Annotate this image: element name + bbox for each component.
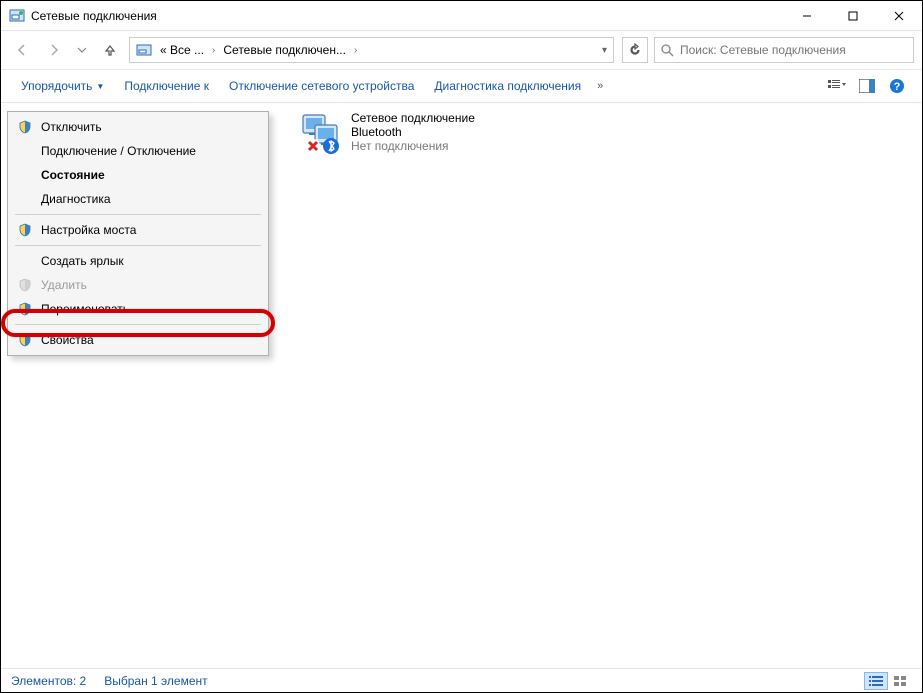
close-button[interactable] <box>876 1 922 31</box>
window-controls <box>784 1 922 30</box>
selection-label: Выбран 1 элемент <box>104 674 207 688</box>
shield-icon <box>17 222 33 238</box>
preview-pane-button[interactable] <box>855 74 879 98</box>
ctx-separator <box>15 214 261 215</box>
chevron-right-icon[interactable]: › <box>350 45 361 56</box>
up-button[interactable] <box>97 37 123 63</box>
search-input[interactable] <box>680 43 907 57</box>
breadcrumb-segment-1[interactable]: « Все ... <box>156 41 208 59</box>
details-view-button[interactable] <box>864 672 888 690</box>
search-box[interactable] <box>654 37 914 63</box>
ctx-disable[interactable]: Отключить <box>11 115 265 139</box>
connection-line2: Bluetooth <box>351 125 475 139</box>
breadcrumb-dropdown[interactable]: ▾ <box>598 45 611 56</box>
organize-menu[interactable]: Упорядочить ▼ <box>11 75 114 97</box>
address-bar[interactable]: « Все ... › Сетевые подключен... › ▾ <box>129 37 614 63</box>
ctx-delete: Удалить <box>11 273 265 297</box>
ctx-diagnose[interactable]: Диагностика <box>11 187 265 211</box>
disable-device-button[interactable]: Отключение сетевого устройства <box>219 75 424 97</box>
ctx-status[interactable]: Состояние <box>11 163 265 187</box>
diagnose-button[interactable]: Диагностика подключения <box>424 75 591 97</box>
ctx-rename[interactable]: Переименовать <box>11 297 265 321</box>
view-options-button[interactable] <box>825 74 849 98</box>
location-icon <box>136 42 152 58</box>
ctx-separator <box>15 324 261 325</box>
recent-locations-button[interactable] <box>73 37 91 63</box>
toolbar: Упорядочить ▼ Подключение к Отключение с… <box>1 69 922 103</box>
connect-to-button[interactable]: Подключение к <box>114 75 219 97</box>
window: Сетевые подключения <box>1 1 922 692</box>
shield-icon <box>17 277 33 293</box>
ctx-separator <box>15 245 261 246</box>
ctx-status-label: Состояние <box>41 168 105 182</box>
shield-icon <box>17 119 33 135</box>
context-menu: Отключить Подключение / Отключение Состо… <box>7 111 269 356</box>
view-switcher <box>864 672 912 690</box>
back-button[interactable] <box>9 37 35 63</box>
toolbar-overflow-button[interactable]: » <box>591 80 609 92</box>
shield-icon <box>17 332 33 348</box>
ctx-bridge[interactable]: Настройка моста <box>11 218 265 242</box>
search-icon <box>661 44 674 57</box>
ctx-connect-disconnect[interactable]: Подключение / Отключение <box>11 139 265 163</box>
nav-row: « Все ... › Сетевые подключен... › ▾ <box>1 31 922 69</box>
item-count-label: Элементов: 2 <box>11 674 86 688</box>
large-icons-view-button[interactable] <box>888 672 912 690</box>
status-bar: Элементов: 2 Выбран 1 элемент <box>1 668 922 692</box>
ctx-connect-label: Подключение / Отключение <box>41 144 196 158</box>
shield-icon <box>17 301 33 317</box>
ctx-properties[interactable]: Свойства <box>11 328 265 352</box>
ctx-properties-label: Свойства <box>41 333 94 347</box>
ctx-create-shortcut[interactable]: Создать ярлык <box>11 249 265 273</box>
window-icon <box>9 8 25 24</box>
refresh-button[interactable] <box>622 37 648 63</box>
organize-label: Упорядочить <box>21 79 92 93</box>
connection-item-bluetooth[interactable]: Сетевое подключение Bluetooth Нет подклю… <box>301 111 475 155</box>
ctx-shortcut-label: Создать ярлык <box>41 254 124 268</box>
ctx-rename-label: Переименовать <box>41 302 129 316</box>
minimize-button[interactable] <box>784 1 830 31</box>
ctx-disable-label: Отключить <box>41 120 102 134</box>
titlebar: Сетевые подключения <box>1 1 922 31</box>
connection-line3: Нет подключения <box>351 139 475 153</box>
ctx-delete-label: Удалить <box>41 278 87 292</box>
window-title: Сетевые подключения <box>31 9 784 23</box>
ctx-bridge-label: Настройка моста <box>41 223 136 237</box>
ctx-diagnose-label: Диагностика <box>41 192 111 206</box>
forward-button[interactable] <box>41 37 67 63</box>
breadcrumb-segment-2[interactable]: Сетевые подключен... <box>219 41 350 59</box>
connection-labels: Сетевое подключение Bluetooth Нет подклю… <box>351 111 475 153</box>
connection-icon <box>301 111 345 155</box>
svg-text:?: ? <box>894 81 901 93</box>
chevron-right-icon[interactable]: › <box>208 45 219 56</box>
content-area[interactable]: Сетевое подключение Bluetooth Нет подклю… <box>1 103 922 668</box>
chevron-down-icon: ▼ <box>96 82 104 91</box>
maximize-button[interactable] <box>830 1 876 31</box>
help-button[interactable]: ? <box>885 74 909 98</box>
connection-line1: Сетевое подключение <box>351 111 475 125</box>
